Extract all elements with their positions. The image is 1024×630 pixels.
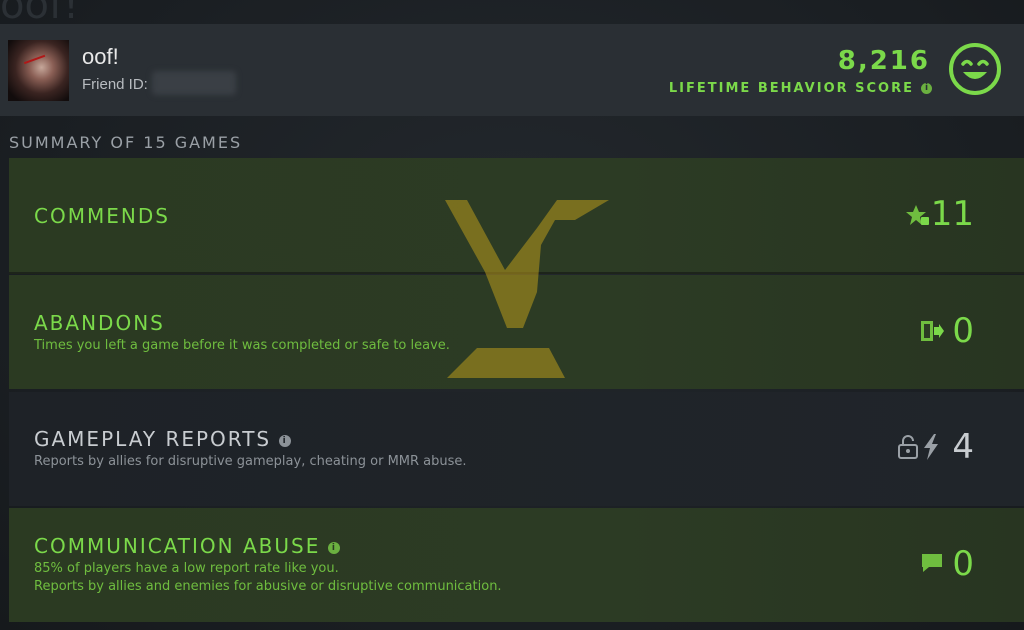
profile-header: oof! Friend ID: 8,216 LIFETIME BEHAVIOR … [0, 24, 1024, 116]
avatar-mark [23, 54, 51, 78]
commends-value: 11 [930, 194, 974, 234]
smiley-face-icon [949, 43, 1001, 95]
abandons-value: 0 [952, 311, 974, 351]
exit-door-icon [921, 321, 944, 341]
star-thumb-icon [906, 205, 929, 225]
communication-abuse-title-text: COMMUNICATION ABUSE [34, 534, 321, 558]
username: oof! [82, 44, 119, 69]
communication-abuse-value: 0 [952, 544, 974, 584]
watermark-logo-icon [445, 200, 609, 378]
communication-abuse-description: Reports by allies and enemies for abusiv… [34, 579, 502, 594]
behavior-score-value: 8,216 [837, 46, 930, 76]
info-icon[interactable]: i [921, 83, 932, 94]
communication-abuse-title: COMMUNICATION ABUSE i [34, 534, 341, 558]
gameplay-reports-title: GAMEPLAY REPORTS i [34, 427, 292, 451]
abandons-description: Times you left a game before it was comp… [34, 338, 450, 353]
avatar[interactable] [8, 40, 69, 101]
gameplay-reports-value: 4 [952, 427, 974, 467]
summary-title: SUMMARY OF 15 GAMES [9, 133, 243, 152]
gameplay-reports-description: Reports by allies for disruptive gamepla… [34, 454, 467, 469]
commends-title: COMMENDS [34, 204, 170, 228]
communication-abuse-stat: 85% of players have a low report rate li… [34, 561, 339, 576]
behavior-summary-page: oof! oof! Friend ID: 8,216 LIFETIME BEHA… [0, 0, 1024, 630]
behavior-score-label: LIFETIME BEHAVIOR SCORE [668, 81, 914, 96]
chat-bubble-icon [922, 554, 942, 572]
abandons-title: ABANDONS [34, 311, 165, 335]
info-icon[interactable]: i [279, 435, 292, 447]
friend-id-label: Friend ID: [82, 76, 148, 93]
friend-id-value-blurred [152, 71, 236, 95]
info-icon[interactable]: i [328, 542, 341, 554]
lock-lightning-icon [898, 434, 938, 460]
gameplay-reports-title-text: GAMEPLAY REPORTS [34, 427, 272, 451]
